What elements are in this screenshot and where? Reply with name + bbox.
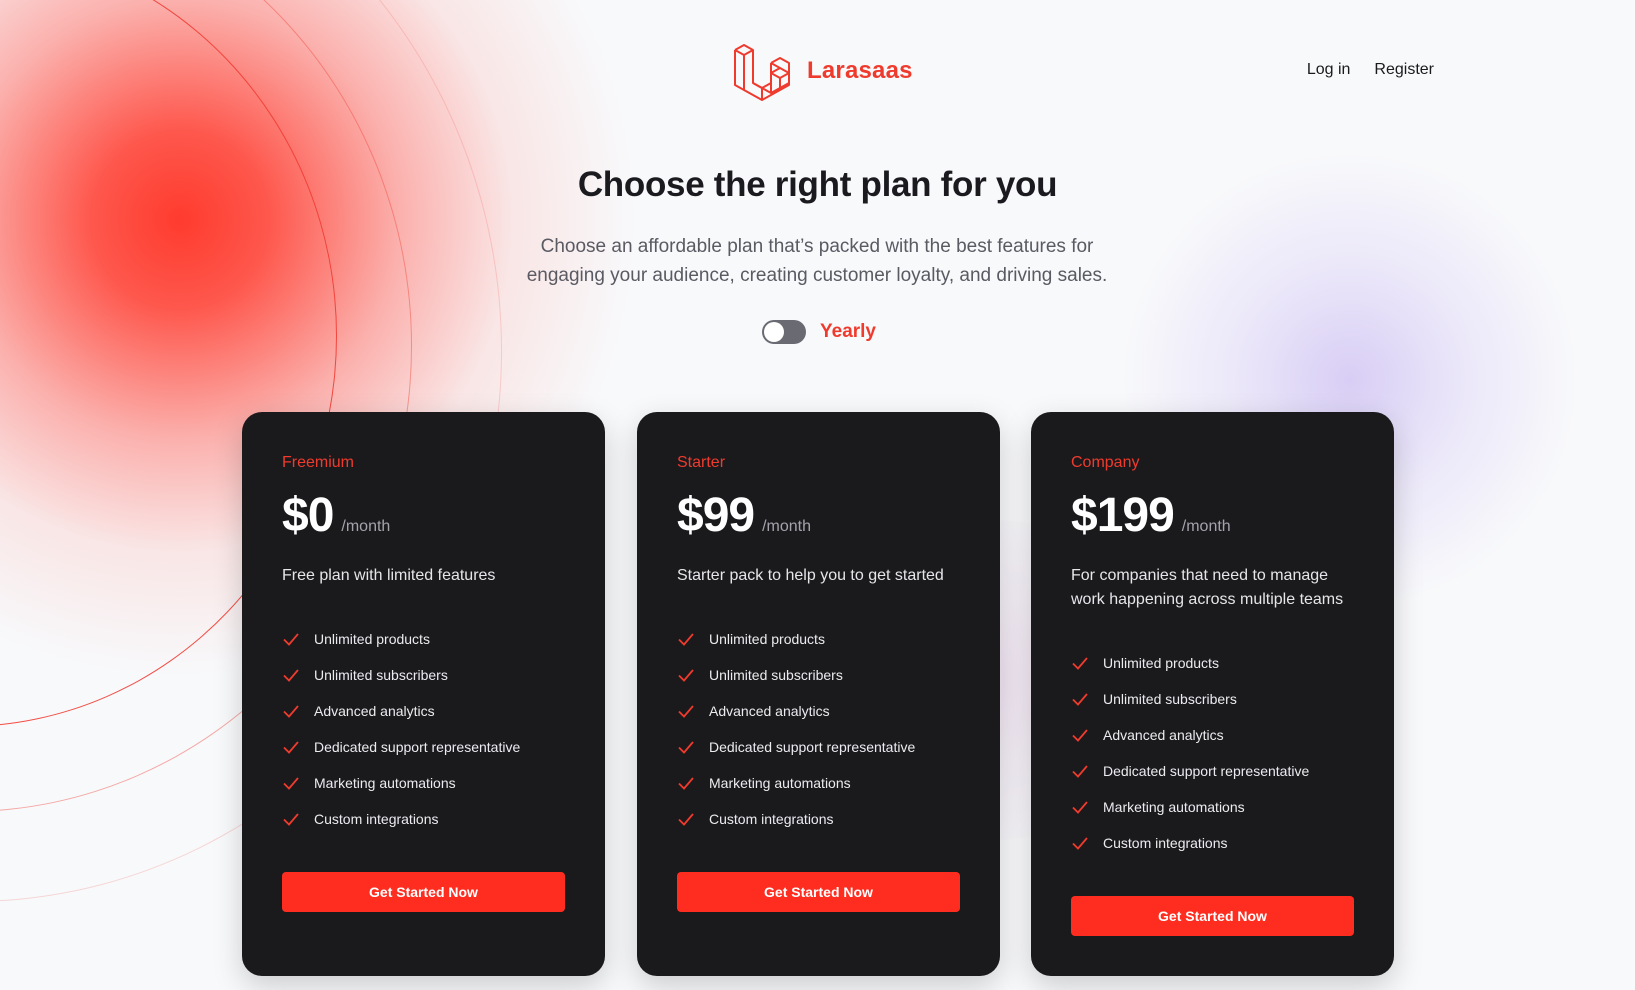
check-icon xyxy=(1072,729,1088,742)
check-icon xyxy=(678,669,694,682)
plan-description: Starter pack to help you to get started xyxy=(677,567,944,584)
check-icon xyxy=(678,813,694,826)
get-started-button[interactable]: Get Started Now xyxy=(1071,896,1354,936)
price-row: $0 /month xyxy=(282,488,390,543)
check-icon xyxy=(283,741,299,754)
check-icon xyxy=(678,777,694,790)
feature-item: Unlimited products xyxy=(282,621,520,657)
check-icon xyxy=(1072,837,1088,850)
feature-item: Marketing automations xyxy=(1071,789,1309,825)
feature-item: Marketing automations xyxy=(282,765,520,801)
plan-card-company: Company $199 /month For companies that n… xyxy=(1031,412,1394,976)
check-icon xyxy=(678,633,694,646)
plan-card-freemium: Freemium $0 /month Free plan with limite… xyxy=(242,412,605,976)
feature-item: Unlimited subscribers xyxy=(677,657,915,693)
check-icon xyxy=(283,813,299,826)
feature-item: Advanced analytics xyxy=(677,693,915,729)
check-icon xyxy=(283,777,299,790)
subtitle-line-1: Choose an affordable plan that’s packed … xyxy=(540,236,1094,257)
feature-item: Unlimited products xyxy=(677,621,915,657)
plan-period: /month xyxy=(1181,518,1231,535)
top-nav: Log in Register xyxy=(1307,61,1434,79)
check-icon xyxy=(1072,765,1088,778)
plan-name: Starter xyxy=(677,454,726,471)
brand-name: Larasaas xyxy=(807,57,913,84)
plan-name: Freemium xyxy=(282,454,355,471)
feature-item: Marketing automations xyxy=(677,765,915,801)
price-row: $199 /month xyxy=(1071,488,1231,543)
billing-toggle-row: Yearly xyxy=(762,320,876,344)
login-link[interactable]: Log in xyxy=(1307,61,1351,79)
plan-period: /month xyxy=(762,518,812,535)
plan-price: $0 xyxy=(282,489,334,542)
check-icon xyxy=(1072,657,1088,670)
feature-item: Dedicated support representative xyxy=(282,729,520,765)
brand-link[interactable]: Larasaas xyxy=(733,39,913,103)
feature-item: Custom integrations xyxy=(677,801,915,837)
feature-item: Advanced analytics xyxy=(1071,717,1309,753)
plan-period: /month xyxy=(341,518,391,535)
feature-item: Advanced analytics xyxy=(282,693,520,729)
get-started-button[interactable]: Get Started Now xyxy=(677,872,960,912)
feature-list: Unlimited products Unlimited subscribers… xyxy=(1071,645,1309,861)
feature-item: Unlimited subscribers xyxy=(1071,681,1309,717)
plan-description: Free plan with limited features xyxy=(282,567,496,584)
feature-list: Unlimited products Unlimited subscribers… xyxy=(282,621,520,837)
plan-price: $99 xyxy=(677,489,755,542)
check-icon xyxy=(1072,801,1088,814)
check-icon xyxy=(678,705,694,718)
plan-name: Company xyxy=(1071,454,1140,471)
check-icon xyxy=(678,741,694,754)
subtitle-line-2: engaging your audience, creating custome… xyxy=(526,265,1108,286)
price-row: $99 /month xyxy=(677,488,811,543)
feature-item: Dedicated support representative xyxy=(677,729,915,765)
register-link[interactable]: Register xyxy=(1374,61,1434,79)
plan-price: $199 xyxy=(1071,489,1175,542)
check-icon xyxy=(283,669,299,682)
page-title: Choose the right plan for you xyxy=(577,165,1058,204)
toggle-knob xyxy=(764,322,784,342)
billing-toggle[interactable] xyxy=(762,320,806,344)
feature-item: Custom integrations xyxy=(282,801,520,837)
feature-item: Unlimited subscribers xyxy=(282,657,520,693)
check-icon xyxy=(1072,693,1088,706)
site-header: Larasaas Log in Register xyxy=(0,0,1635,140)
plan-description: For companies that need to manage work h… xyxy=(1071,567,1344,608)
check-icon xyxy=(283,705,299,718)
billing-toggle-label[interactable]: Yearly xyxy=(820,321,876,343)
feature-list: Unlimited products Unlimited subscribers… xyxy=(677,621,915,837)
get-started-button[interactable]: Get Started Now xyxy=(282,872,565,912)
check-icon xyxy=(283,633,299,646)
feature-item: Unlimited products xyxy=(1071,645,1309,681)
plan-card-starter: Starter $99 /month Starter pack to help … xyxy=(637,412,1000,976)
laravel-logo-icon xyxy=(734,44,790,101)
page-subtitle: Choose an affordable plan that’s packed … xyxy=(467,232,1167,290)
feature-item: Custom integrations xyxy=(1071,825,1309,861)
feature-item: Dedicated support representative xyxy=(1071,753,1309,789)
